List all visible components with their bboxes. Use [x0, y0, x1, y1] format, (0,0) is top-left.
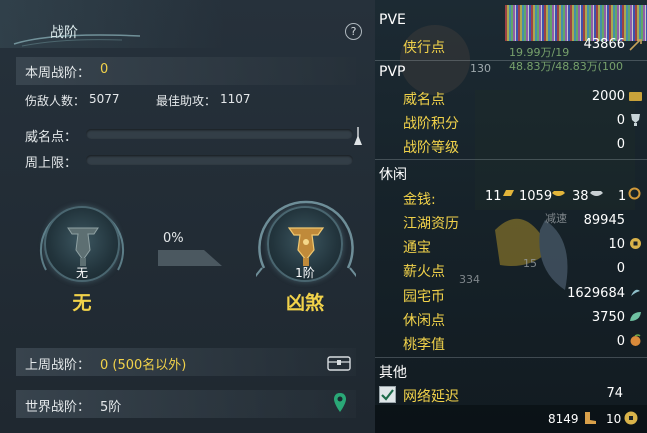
next-rank-name: 凶煞 — [285, 292, 324, 314]
garden-coin-icon — [631, 289, 640, 296]
enemies-label: 伤敌人数： — [25, 94, 86, 108]
weekly-rank-label: 本周战阶： — [25, 66, 91, 81]
leisure-item-label: 江湖资历 — [403, 216, 459, 232]
trophy-icon — [631, 114, 640, 126]
leisure-item-label: 薪火点 — [403, 264, 445, 280]
battle-rank-panel: 战阶 ? 本周战阶： 0 伤敌人数： 5077 最佳助攻： 1107 威名点： … — [0, 0, 375, 433]
help-icon[interactable]: ? — [345, 23, 362, 40]
rank-emblem-icon — [287, 227, 325, 266]
leisure-item-value: 0 — [616, 334, 625, 349]
panel-title: 战阶 — [50, 25, 78, 41]
network-delay-label: 网络延迟 — [403, 389, 459, 405]
footer-left-value: 8149 — [548, 412, 579, 426]
weekly-cap-label: 周上限： — [25, 156, 78, 171]
pvp-item-value: 0 — [616, 113, 625, 128]
flag-icon — [354, 127, 362, 145]
last-week-rank-label: 上周战阶： — [25, 358, 91, 373]
coin-icon[interactable] — [623, 410, 639, 426]
last-week-rank-value: 0 (500名以外) — [100, 358, 187, 373]
footer-right-value: 10 — [606, 412, 622, 426]
money-silver-value: 38 — [572, 189, 589, 204]
fame-label: 威名点： — [25, 130, 78, 145]
section-divider — [375, 357, 647, 358]
leisure-item-label: 园宅币 — [403, 289, 445, 305]
pvp-item-value: 2000 — [591, 89, 625, 104]
world-rank-label: 世界战阶： — [25, 400, 91, 415]
pvp-section-header: PVP — [379, 64, 406, 80]
currency-panel: 19.99万/19 48.83万/48.83万(100 130 减速 15 33… — [375, 0, 647, 433]
buff-icons-strip — [505, 5, 647, 41]
rank-progress-percent: 0% — [163, 231, 184, 246]
pvp-item-label: 战阶积分 — [403, 116, 459, 132]
weekly-rank-value: 0 — [100, 62, 109, 77]
tongbao-coin-icon — [630, 238, 641, 249]
other-section-header: 其他 — [379, 365, 407, 381]
rank-emblem-icon — [67, 227, 99, 266]
location-pin-icon[interactable] — [333, 392, 347, 414]
leisure-item-value: 10 — [608, 237, 625, 252]
fame-progress-bar — [86, 129, 353, 139]
current-rank-name: 无 — [72, 292, 92, 314]
section-divider — [375, 159, 647, 160]
next-rank-small-label: 1阶 — [295, 266, 315, 280]
world-rank-value: 5阶 — [100, 400, 122, 415]
progress-arrow-icon — [158, 250, 222, 266]
pvp-item-label: 战阶等级 — [403, 140, 459, 156]
network-delay-value: 74 — [606, 386, 623, 401]
pve-section-header: PVE — [379, 12, 406, 28]
silver-ingot-icon — [590, 191, 603, 196]
weekly-cap-progress-bar — [86, 155, 353, 165]
leisure-item-value: 89945 — [583, 213, 625, 228]
current-rank-small-label: 无 — [75, 266, 88, 280]
fame-badge-icon — [629, 92, 642, 101]
money-ingot-value: 1059 — [519, 189, 553, 204]
leisure-item-label: 休闲点 — [403, 313, 445, 329]
money-label: 金钱: — [403, 192, 436, 208]
pvp-item-label: 威名点 — [403, 92, 445, 108]
bg-num15-text: 15 — [523, 257, 537, 270]
section-divider — [375, 60, 647, 61]
sword-icon — [629, 39, 642, 51]
network-delay-checkbox[interactable] — [379, 386, 396, 403]
bg-num334-text: 334 — [459, 273, 480, 286]
assists-label: 最佳助攻： — [156, 94, 217, 108]
leisure-item-value: 3750 — [591, 310, 625, 325]
checkmark-icon — [381, 389, 394, 401]
peach-icon — [630, 334, 641, 346]
enemies-value: 5077 — [89, 92, 120, 106]
money-copper-value: 1 — [618, 189, 627, 204]
bg-level-text: 130 — [470, 62, 491, 75]
leisure-item-value: 0 — [616, 261, 625, 276]
leisure-item-label: 桃李值 — [403, 337, 445, 353]
leisure-item-value: 1629684 — [567, 286, 625, 301]
assists-value: 1107 — [220, 92, 251, 106]
copper-coin-icon — [628, 187, 641, 200]
leisure-item-label: 通宝 — [403, 240, 431, 256]
chest-icon[interactable] — [327, 353, 351, 371]
bg-slow-text: 减速 — [545, 212, 567, 225]
leaf-icon — [630, 312, 641, 321]
pve-item-value: 43866 — [583, 37, 625, 52]
boot-icon[interactable] — [582, 410, 598, 426]
gold-ingot-icon — [552, 191, 565, 196]
pve-item-label: 侠行点 — [403, 40, 445, 56]
leisure-section-header: 休闲 — [379, 167, 407, 183]
pvp-item-value: 0 — [616, 137, 625, 152]
gold-bar-icon — [503, 190, 514, 196]
money-gold-value: 11 — [485, 189, 502, 204]
